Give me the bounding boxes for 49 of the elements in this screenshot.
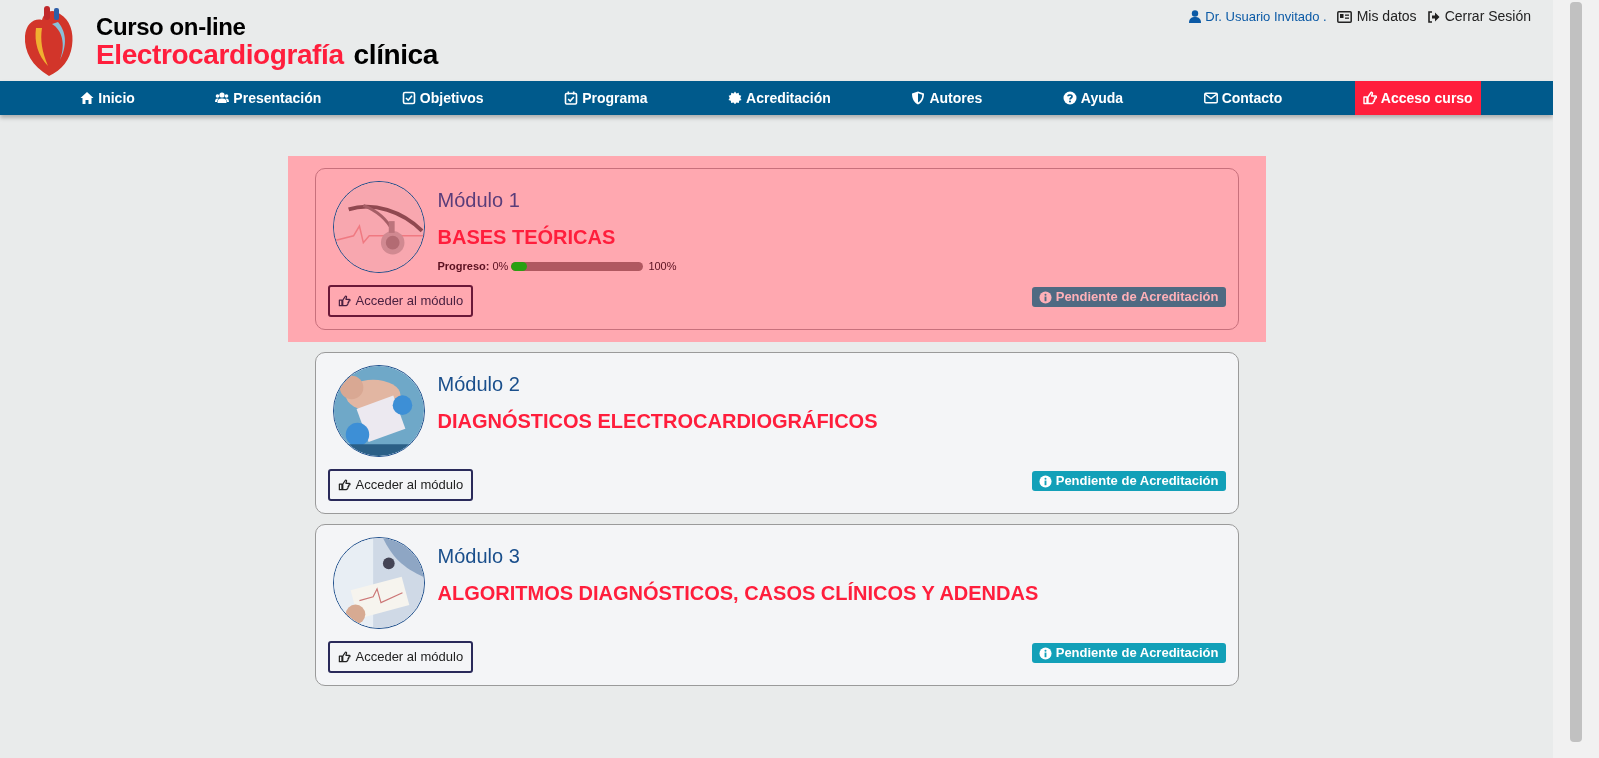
access-module-button[interactable]: Acceder al módulo bbox=[327, 641, 474, 673]
certificate-icon bbox=[728, 91, 743, 105]
home-icon bbox=[80, 91, 95, 105]
logo-text: Curso on-line bbox=[96, 14, 247, 39]
user-icon bbox=[1189, 10, 1202, 24]
info-icon bbox=[1038, 474, 1052, 488]
id-card-icon bbox=[1336, 10, 1352, 23]
nav-tab[interactable]: Programa bbox=[556, 81, 656, 115]
nav-tab[interactable]: Acceso curso bbox=[1354, 81, 1481, 115]
nav-tab[interactable]: Acreditación bbox=[720, 81, 839, 115]
nav-tab[interactable]: Ayuda bbox=[1054, 81, 1132, 115]
logo-text: Electrocardiografía bbox=[96, 40, 344, 69]
module-number: Módulo 2 bbox=[437, 372, 521, 397]
nav-tab[interactable]: Inicio bbox=[72, 81, 143, 115]
nav-tab[interactable]: Autores bbox=[903, 81, 991, 115]
user-menu-link[interactable]: Cerrar Sesión bbox=[1426, 6, 1531, 27]
pointing-hand-icon bbox=[1362, 91, 1377, 105]
module-number: Módulo 3 bbox=[437, 544, 521, 569]
info-icon bbox=[1038, 646, 1052, 660]
help-icon bbox=[1062, 91, 1077, 105]
users-icon bbox=[215, 91, 230, 105]
pointing-hand-icon bbox=[337, 295, 351, 307]
sign-out-icon bbox=[1426, 10, 1440, 23]
access-module-button[interactable]: Acceder al módulo bbox=[327, 285, 474, 317]
user-menu-link[interactable]: Mis datos bbox=[1336, 6, 1417, 27]
status-badge: Pendiente de Acreditación bbox=[1031, 471, 1226, 491]
checkbox-icon bbox=[401, 91, 416, 105]
logo-text: clínica bbox=[353, 40, 438, 69]
progress-label: Progreso: bbox=[437, 259, 490, 274]
scrollbar[interactable] bbox=[1553, 0, 1599, 758]
nav-tab[interactable]: Presentación bbox=[207, 81, 330, 115]
user-link[interactable]: Dr. Usuario Invitado . bbox=[1189, 7, 1327, 27]
module-title: ALGORITMOS DIAGNÓSTICOS, CASOS CLÍNICOS Y ADENDAS bbox=[437, 580, 1039, 606]
access-module-button[interactable]: Acceder al módulo bbox=[327, 469, 474, 501]
nav-tab[interactable]: Objetivos bbox=[393, 81, 492, 115]
module-number: Módulo 1 bbox=[437, 188, 521, 213]
progress-start: 0% bbox=[492, 259, 509, 274]
progress-end: 100% bbox=[648, 259, 677, 274]
pointing-hand-icon bbox=[337, 479, 351, 491]
status-badge: Pendiente de Acreditación bbox=[1031, 643, 1226, 663]
shield-icon bbox=[911, 91, 926, 105]
module-title: DIAGNÓSTICOS ELECTROCARDIOGRÁFICOS bbox=[437, 408, 878, 434]
envelope-icon bbox=[1203, 91, 1218, 105]
pointing-hand-icon bbox=[337, 651, 351, 663]
nav-tab[interactable]: Contacto bbox=[1195, 81, 1291, 115]
info-icon bbox=[1038, 290, 1052, 304]
status-badge: Pendiente de Acreditación bbox=[1031, 287, 1226, 307]
module-title: BASES TEÓRICAS bbox=[437, 224, 617, 250]
calendar-check-icon bbox=[564, 91, 579, 105]
